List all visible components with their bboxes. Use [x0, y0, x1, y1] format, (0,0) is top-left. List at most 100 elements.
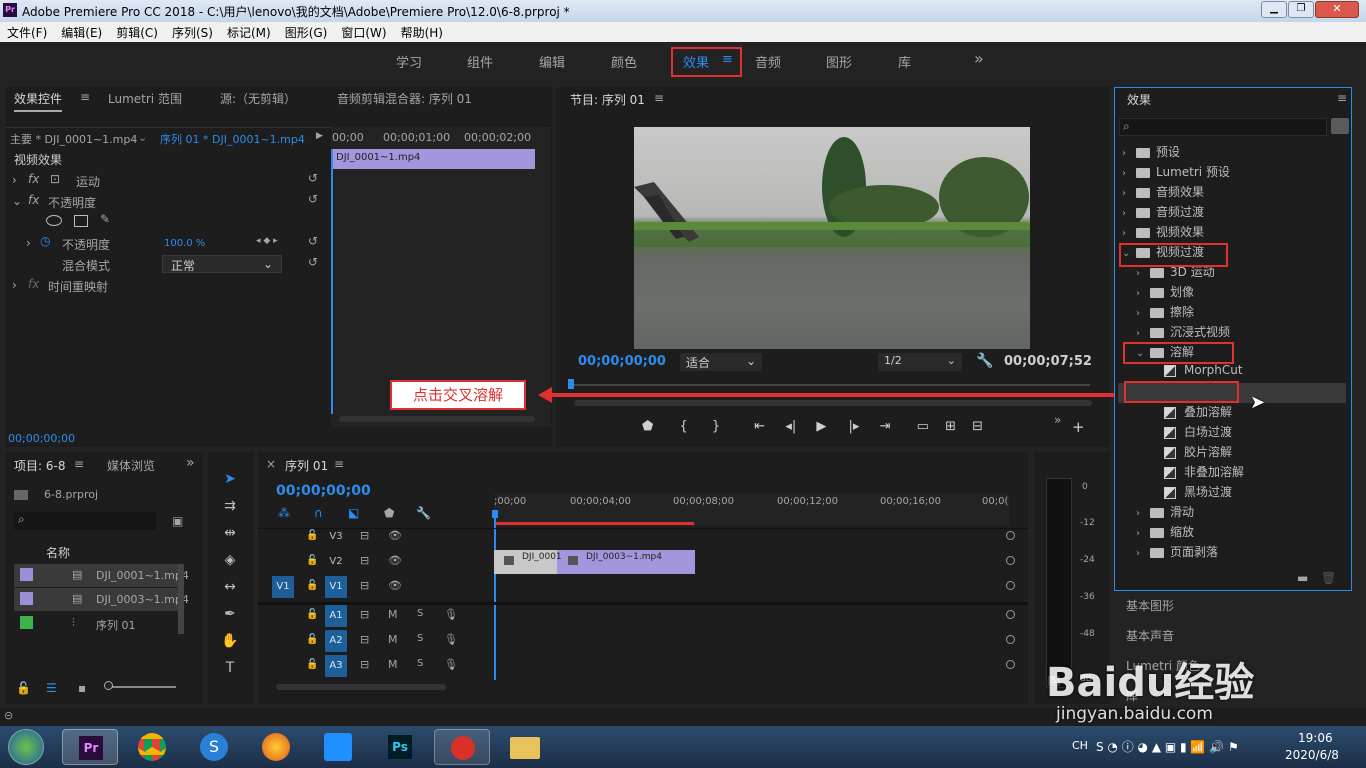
effects-search-input[interactable]: ⌕ [1119, 118, 1327, 136]
effect-item[interactable]: 白场过渡 [1150, 423, 1232, 443]
tray-icons[interactable]: S ◔ ⓘ ◕ ▲ ▣ ▮ 📶 🔊 ⚑ [1096, 738, 1239, 755]
track-lock-icon[interactable]: 🔓 [306, 609, 318, 620]
effect-folder[interactable]: › 滑动 [1136, 503, 1194, 523]
workspace-editing[interactable]: 编辑 [539, 52, 565, 71]
type-tool-icon[interactable]: T [219, 657, 241, 679]
eye-icon[interactable]: 👁 [388, 554, 402, 567]
add-marker-icon[interactable]: ⬟ [642, 419, 653, 434]
timeline-timecode[interactable]: 00;00;00;00 [276, 483, 371, 499]
track-lock-icon[interactable]: 🔓 [306, 659, 318, 670]
tab-audio-clip-mixer[interactable]: 音频剪辑混合器: 序列 01 [337, 90, 472, 107]
reset-icon[interactable]: ↺ [308, 234, 318, 248]
track-lock-icon[interactable]: 🔓 [306, 555, 318, 566]
ec-clip[interactable]: DJI_0001~1.mp4 [332, 149, 535, 169]
track-target-button[interactable]: A1 [325, 605, 347, 627]
program-scrub-bar[interactable] [570, 384, 1090, 386]
close-tab-icon[interactable]: × [266, 457, 276, 471]
reset-icon[interactable]: ↺ [308, 255, 318, 269]
program-title[interactable]: 节目: 序列 01 [570, 91, 645, 108]
more-buttons-icon[interactable]: » [1054, 413, 1061, 427]
tab-project[interactable]: 项目: 6-8 [14, 457, 65, 474]
play-icon[interactable]: ▶ [816, 419, 826, 434]
ellipse-mask-icon[interactable] [46, 215, 62, 226]
workspace-audio[interactable]: 音频 [755, 52, 781, 71]
mic-icon[interactable]: 🎙 [444, 608, 458, 621]
taskbar-chrome[interactable] [124, 729, 180, 765]
close-button[interactable]: ✕ [1315, 1, 1359, 18]
safe-margins-icon[interactable]: ▭ [917, 419, 929, 434]
chevron-right-icon[interactable]: › [1136, 328, 1150, 339]
delete-icon[interactable]: 🗑 [1321, 571, 1336, 585]
pen-mask-icon[interactable]: ✎ [100, 212, 110, 226]
chevron-right-icon[interactable]: › [1136, 548, 1150, 559]
mark-out-icon[interactable]: } [712, 419, 720, 434]
tab-effect-controls[interactable]: 效果控件 [14, 90, 63, 112]
resolution-select[interactable]: 1/2 ⌄ [878, 353, 962, 371]
workspace-assembly[interactable]: 组件 [467, 52, 493, 71]
mark-in-icon[interactable]: { [679, 419, 687, 434]
mute-button[interactable]: M [388, 658, 398, 671]
track-scroll-handle[interactable] [1006, 556, 1015, 565]
solo-button[interactable]: S [417, 633, 423, 644]
clock-date[interactable]: 2020/6/8 [1285, 748, 1339, 762]
wrench-icon[interactable]: 🔧 [416, 506, 431, 520]
track-target-button[interactable]: A2 [325, 630, 347, 652]
project-item-name[interactable]: DJI_0003~1.mp4 [96, 593, 189, 606]
track-lock-icon[interactable]: 🔓 [306, 634, 318, 645]
effect-item[interactable]: 非叠加溶解 [1150, 463, 1244, 483]
workspace-learn[interactable]: 学习 [396, 52, 422, 71]
track-target-button[interactable]: V1 [325, 576, 347, 598]
panel-menu-icon[interactable]: ≡ [1337, 91, 1347, 105]
taskbar-screen-recorder[interactable] [434, 729, 490, 765]
rect-mask-icon[interactable] [74, 215, 88, 227]
workspace-more-icon[interactable]: » [974, 49, 984, 68]
chevron-right-icon[interactable]: › [1122, 208, 1136, 219]
mic-icon[interactable]: 🎙 [444, 633, 458, 646]
essential-graphics-panel[interactable]: 基本图形 [1126, 597, 1174, 614]
snap-icon[interactable]: ∩ [314, 506, 323, 520]
tab-media-browser[interactable]: 媒体浏览 [107, 457, 155, 474]
effect-item[interactable]: 胶片溶解 [1150, 443, 1232, 463]
tab-menu-icon[interactable]: ≡ [654, 91, 664, 105]
solo-button[interactable]: S [417, 608, 423, 619]
zoom-slider[interactable] [106, 686, 176, 688]
chevron-right-icon[interactable]: › [1136, 268, 1150, 279]
maximize-button[interactable]: ❐ [1288, 1, 1314, 18]
chevron-right-icon[interactable]: › [1136, 288, 1150, 299]
source-patch-button[interactable]: V1 [272, 576, 294, 598]
icon-view-icon[interactable]: ▪ [78, 681, 86, 695]
add-marker-icon[interactable]: ⬟ [384, 506, 394, 520]
taskbar-sogou[interactable]: S [186, 729, 242, 765]
project-item-name[interactable]: DJI_0001~1.mp4 [96, 569, 189, 582]
effect-folder[interactable]: › 视频效果 [1122, 223, 1204, 243]
tab-menu-icon[interactable]: ≡ [334, 457, 344, 471]
track-lock-icon[interactable]: 🔓 [306, 530, 318, 541]
time-remap-expand-icon[interactable]: › [12, 278, 17, 292]
effect-item[interactable]: 叠加溶解 [1150, 403, 1232, 423]
chevron-right-icon[interactable]: › [1122, 228, 1136, 239]
effect-folder[interactable]: › 沉浸式视频 [1136, 323, 1230, 343]
input-language[interactable]: CH [1072, 739, 1088, 752]
essential-sound-panel[interactable]: 基本声音 [1126, 627, 1174, 644]
tab-menu-icon[interactable]: ≡ [80, 90, 90, 104]
taskbar-explorer[interactable] [496, 729, 552, 765]
effect-folder[interactable]: › 缩放 [1136, 523, 1194, 543]
sync-lock-icon[interactable]: ⊟ [360, 554, 369, 567]
play-icon[interactable]: ▶ [316, 131, 323, 141]
sequence-clip-label[interactable]: 序列 01 * DJI_0001~1.mp4 [160, 131, 305, 147]
ec-timecode[interactable]: 00;00;00;00 [8, 432, 75, 445]
hand-tool-icon[interactable]: ✋ [219, 630, 241, 652]
wrench-icon[interactable]: 🔧 [976, 353, 993, 369]
ec-playhead[interactable] [331, 149, 333, 414]
minimize-button[interactable]: ▁ [1261, 1, 1287, 18]
chevron-right-icon[interactable]: › [1122, 188, 1136, 199]
sync-lock-icon[interactable]: ⊟ [360, 529, 369, 542]
tab-source[interactable]: 源:（无剪辑） [220, 90, 296, 107]
selection-tool-icon[interactable]: ➤ [219, 468, 241, 490]
track-target-button[interactable]: V3 [325, 526, 347, 548]
effect-folder[interactable]: › 划像 [1136, 283, 1194, 303]
effect-folder[interactable]: › 擦除 [1136, 303, 1194, 323]
new-bin-icon[interactable] [1331, 118, 1349, 134]
mute-button[interactable]: M [388, 608, 398, 621]
ripple-edit-tool-icon[interactable]: ⇹ [219, 522, 241, 544]
